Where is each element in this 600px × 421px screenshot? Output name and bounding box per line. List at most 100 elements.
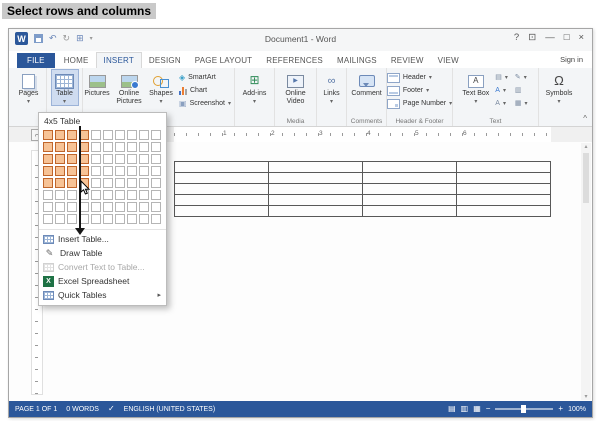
table-size-cell[interactable] — [151, 214, 161, 224]
table-size-cell[interactable] — [43, 130, 53, 140]
table-size-cell[interactable] — [43, 166, 53, 176]
zoom-slider[interactable] — [495, 408, 553, 410]
comment-button[interactable]: Comment — [349, 69, 383, 99]
table-size-cell[interactable] — [67, 202, 77, 212]
document-table-cell[interactable] — [363, 195, 457, 206]
table-size-cell[interactable] — [103, 190, 113, 200]
links-button[interactable]: ∞ Links ▾ — [318, 69, 346, 106]
table-size-cell[interactable] — [151, 130, 161, 140]
tab-references[interactable]: REFERENCES — [259, 53, 330, 68]
wordart-button[interactable]: A ▾ — [492, 84, 511, 97]
table-size-cell[interactable] — [55, 202, 65, 212]
table-size-cell[interactable] — [151, 190, 161, 200]
table-size-cell[interactable] — [67, 142, 77, 152]
pictures-button[interactable]: Pictures — [83, 69, 111, 99]
table-size-cell[interactable] — [43, 190, 53, 200]
table-size-cell[interactable] — [55, 166, 65, 176]
table-size-cell[interactable] — [127, 130, 137, 140]
restore-icon[interactable]: □ — [564, 32, 570, 43]
table-size-cell[interactable] — [115, 166, 125, 176]
table-size-cell[interactable] — [127, 178, 137, 188]
table-size-cell[interactable] — [115, 214, 125, 224]
tab-home[interactable]: HOME — [57, 53, 96, 68]
table-size-cell[interactable] — [91, 154, 101, 164]
document-table-cell[interactable] — [269, 195, 363, 206]
table-size-cell[interactable] — [127, 214, 137, 224]
table-size-cell[interactable] — [91, 130, 101, 140]
titlebar[interactable]: W ↶ ↻ ⊞ ▾ Document1 - Word ? ⊡ — □ × — [9, 29, 592, 52]
chart-button[interactable]: Chart — [176, 84, 234, 97]
shapes-button[interactable]: Shapes ▾ — [147, 69, 175, 106]
table-size-cell[interactable] — [91, 166, 101, 176]
tab-page-layout[interactable]: PAGE LAYOUT — [188, 53, 259, 68]
tab-view[interactable]: VIEW — [431, 53, 466, 68]
document-table-cell[interactable] — [175, 206, 269, 217]
table-size-cell[interactable] — [55, 190, 65, 200]
table-size-cell[interactable] — [139, 190, 149, 200]
tab-review[interactable]: REVIEW — [384, 53, 431, 68]
table-size-cell[interactable] — [55, 142, 65, 152]
zoom-level[interactable]: 100% — [568, 406, 586, 413]
table-size-cell[interactable] — [115, 178, 125, 188]
menu-item-quick-tables[interactable]: Quick Tables▸ — [39, 288, 166, 302]
table-size-cell[interactable] — [103, 166, 113, 176]
table-size-cell[interactable] — [103, 154, 113, 164]
document-table-cell[interactable] — [457, 195, 551, 206]
menu-item-draw-table[interactable]: ✎Draw Table — [39, 246, 166, 260]
table-size-cell[interactable] — [139, 166, 149, 176]
table-size-cell[interactable] — [139, 130, 149, 140]
table-size-cell[interactable] — [115, 142, 125, 152]
word-count[interactable]: 0 WORDS — [66, 406, 99, 413]
help-icon[interactable]: ? — [514, 32, 519, 43]
date-time-button[interactable]: ▥ — [512, 84, 531, 97]
table-size-cell[interactable] — [91, 214, 101, 224]
table-size-cell[interactable] — [115, 190, 125, 200]
signature-line-button[interactable]: ✎ ▾ — [512, 71, 531, 84]
table-size-cell[interactable] — [139, 154, 149, 164]
table-size-cell[interactable] — [151, 178, 161, 188]
document-table-cell[interactable] — [269, 184, 363, 195]
document-table-cell[interactable] — [175, 162, 269, 173]
sign-in[interactable]: Sign in — [560, 55, 583, 64]
table-size-cell[interactable] — [151, 166, 161, 176]
table-size-cell[interactable] — [43, 142, 53, 152]
proofing-icon[interactable]: ✓ — [108, 405, 115, 413]
print-layout-icon[interactable]: ▥ — [461, 405, 469, 413]
table-size-cell[interactable] — [67, 190, 77, 200]
table-size-cell[interactable] — [151, 202, 161, 212]
table-size-cell[interactable] — [55, 154, 65, 164]
table-size-cell[interactable] — [91, 178, 101, 188]
table-button[interactable]: Table ▾ — [51, 69, 79, 106]
collapse-ribbon-icon[interactable]: ^ — [583, 114, 587, 123]
page-indicator[interactable]: PAGE 1 OF 1 — [15, 406, 57, 413]
online-video-button[interactable]: ▶ Online Video — [277, 69, 315, 107]
text-box-button[interactable]: A Text Box ▾ — [460, 69, 491, 106]
zoom-out-icon[interactable]: − — [486, 405, 491, 413]
quick-parts-button[interactable]: ▤ ▾ — [492, 71, 511, 84]
document-table-cell[interactable] — [363, 184, 457, 195]
web-layout-icon[interactable]: ▦ — [473, 405, 481, 413]
table-size-cell[interactable] — [103, 130, 113, 140]
smartart-button[interactable]: ◈ SmartArt — [176, 71, 234, 84]
scrollbar-thumb[interactable] — [583, 153, 589, 203]
screenshot-button[interactable]: ▣ Screenshot ▾ — [176, 97, 234, 110]
table-size-cell[interactable] — [127, 166, 137, 176]
scroll-up-icon[interactable]: ▴ — [584, 143, 587, 150]
table-size-cell[interactable] — [67, 214, 77, 224]
table-size-cell[interactable] — [67, 130, 77, 140]
document-table-cell[interactable] — [269, 206, 363, 217]
vertical-scrollbar[interactable]: ▴ ▾ — [581, 143, 591, 400]
scroll-down-icon[interactable]: ▾ — [584, 393, 587, 400]
table-size-cell[interactable] — [103, 178, 113, 188]
ribbon-display-options-icon[interactable]: ⊡ — [528, 32, 536, 43]
document-table-cell[interactable] — [363, 162, 457, 173]
language-indicator[interactable]: ENGLISH (UNITED STATES) — [124, 406, 216, 413]
header-button[interactable]: Header ▾ — [384, 71, 455, 84]
table-size-cell[interactable] — [127, 202, 137, 212]
document-table-cell[interactable] — [457, 184, 551, 195]
table-size-cell[interactable] — [55, 214, 65, 224]
table-size-cell[interactable] — [139, 214, 149, 224]
tab-insert[interactable]: INSERT — [96, 52, 142, 68]
zoom-in-icon[interactable]: + — [558, 405, 563, 413]
table-size-cell[interactable] — [43, 214, 53, 224]
